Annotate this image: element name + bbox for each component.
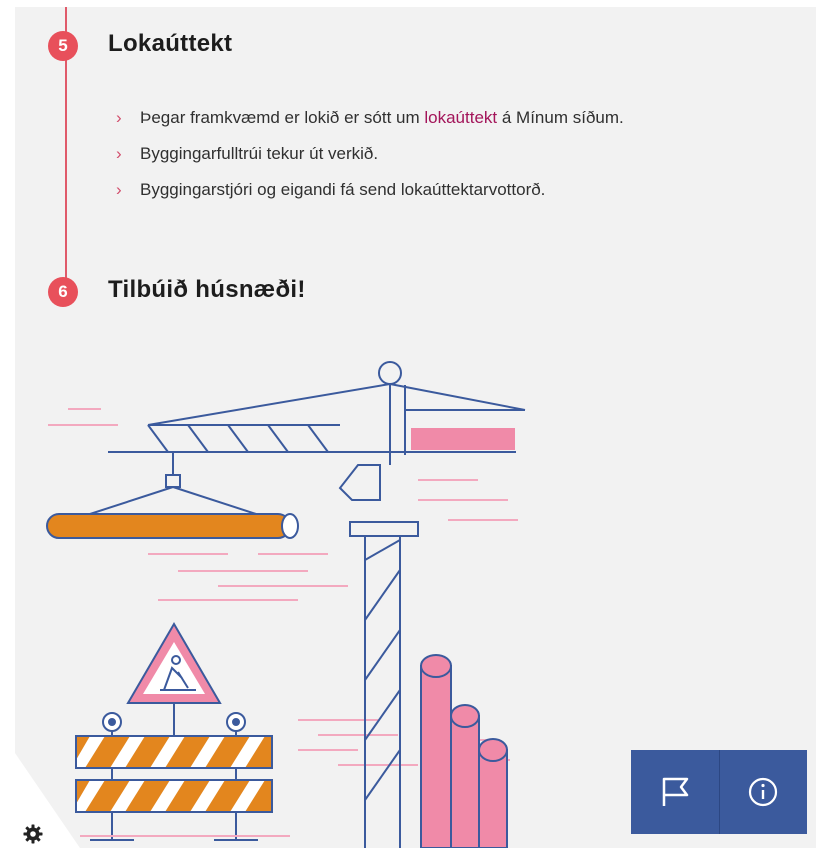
report-flag-button[interactable]	[631, 750, 719, 834]
flag-icon	[662, 777, 688, 806]
road-barrier	[75, 712, 290, 841]
construction-illustration	[46, 361, 526, 848]
warning-sign	[126, 622, 222, 736]
standing-pipes	[420, 654, 508, 848]
gear-icon[interactable]	[23, 824, 43, 844]
info-icon	[749, 777, 778, 807]
suspended-pipe	[46, 513, 299, 539]
info-button[interactable]	[718, 750, 808, 834]
action-bar	[631, 750, 807, 834]
counterweight	[411, 428, 515, 450]
